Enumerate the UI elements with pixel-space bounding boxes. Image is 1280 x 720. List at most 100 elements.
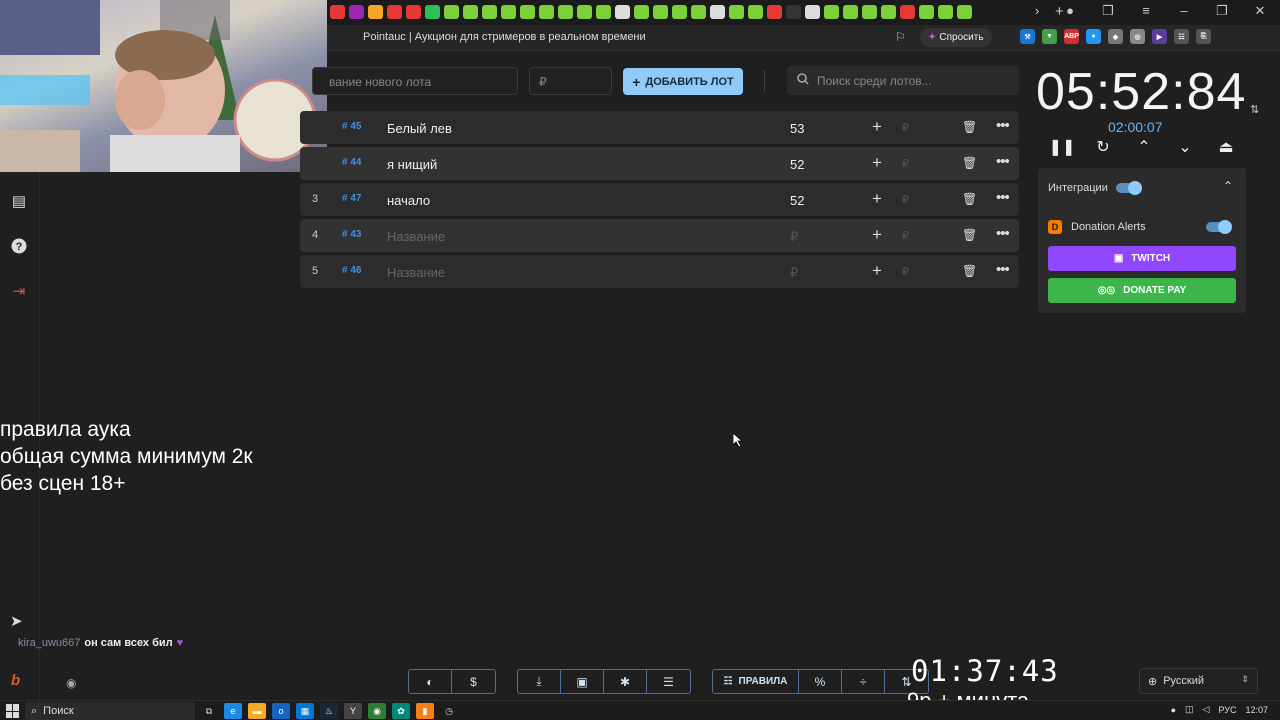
- rules-button[interactable]: ☷ ПРАВИЛА: [713, 670, 799, 693]
- tab-favicon-icon[interactable]: [520, 5, 535, 19]
- minimize-button[interactable]: –: [1172, 3, 1196, 19]
- tab-favicon-icon[interactable]: [843, 5, 858, 19]
- tab-favicon-icon[interactable]: [729, 5, 744, 19]
- lot-amount-field[interactable]: 52: [790, 193, 804, 208]
- tab-favicon-icon[interactable]: [482, 5, 497, 19]
- ext-icon-8[interactable]: ☷: [1174, 29, 1189, 44]
- tab-favicon-icon[interactable]: [406, 5, 421, 19]
- ext-icon-5[interactable]: ◆: [1108, 29, 1123, 44]
- tab-favicon-icon[interactable]: [539, 5, 554, 19]
- tab-favicon-icon[interactable]: [881, 5, 896, 19]
- windows-start-button[interactable]: [6, 704, 20, 718]
- donation-alerts-toggle[interactable]: [1206, 220, 1232, 234]
- add-amount-button[interactable]: +: [872, 225, 882, 245]
- chrome-icon[interactable]: ◉: [368, 703, 386, 719]
- download-button[interactable]: ⤓: [518, 670, 561, 693]
- edge-icon[interactable]: e: [224, 703, 242, 719]
- add-lot-button[interactable]: + ДОБАВИТЬ ЛОТ: [623, 68, 743, 95]
- taskbar-search[interactable]: ⌕ Поиск: [25, 702, 195, 720]
- pause-button[interactable]: ❚❚: [1049, 136, 1076, 158]
- profile-icon[interactable]: ●: [1058, 3, 1082, 19]
- tab-favicon-icon[interactable]: [330, 5, 345, 19]
- tab-favicon-icon[interactable]: [938, 5, 953, 19]
- clock-app-icon[interactable]: ◷: [440, 703, 458, 719]
- lot-amount-field[interactable]: 53: [790, 121, 804, 136]
- ext-icon-6[interactable]: ◎: [1130, 29, 1145, 44]
- donate-pay-button[interactable]: ◎◎ DONATE PAY: [1048, 278, 1236, 303]
- swap-icon[interactable]: ⇅: [1250, 103, 1259, 116]
- tab-favicon-icon[interactable]: [672, 5, 687, 19]
- restore-button[interactable]: ❐: [1210, 3, 1234, 19]
- tab-favicon-icon[interactable]: [615, 5, 630, 19]
- collapse-button[interactable]: ⏏: [1216, 136, 1236, 158]
- tab-favicon-icon[interactable]: [501, 5, 516, 19]
- tab-favicon-icon[interactable]: [349, 5, 364, 19]
- extra-amount-field[interactable]: ₽: [902, 193, 909, 206]
- tab-favicon-icon[interactable]: [900, 5, 915, 19]
- yandex-browser-icon[interactable]: Y: [344, 703, 362, 719]
- delete-lot-button[interactable]: 🗑: [962, 264, 977, 278]
- clock[interactable]: 12:07: [1245, 705, 1268, 715]
- mic-icon[interactable]: ●: [1171, 705, 1176, 715]
- tab-favicon-icon[interactable]: [957, 5, 972, 19]
- delete-lot-button[interactable]: 🗑: [962, 228, 977, 242]
- tabs-scroll-right-icon[interactable]: ›: [1035, 3, 1039, 18]
- collections-icon[interactable]: ❐: [1096, 3, 1120, 19]
- app-icon[interactable]: ✿: [392, 703, 410, 719]
- bookmark-icon[interactable]: ⚐: [895, 30, 906, 44]
- eye-icon[interactable]: ◉: [66, 676, 76, 690]
- save-button[interactable]: ▣: [561, 670, 604, 693]
- delete-lot-button[interactable]: 🗑: [962, 156, 977, 170]
- language-select[interactable]: ⊕ Русский ⇕: [1139, 668, 1258, 694]
- ask-button[interactable]: ✦ Спросить: [920, 28, 992, 47]
- lot-name-field[interactable]: начало: [387, 193, 430, 208]
- close-window-button[interactable]: ✕: [1248, 3, 1272, 19]
- tab-favicon-icon[interactable]: [634, 5, 649, 19]
- clear-lots-button[interactable]: ☰: [647, 670, 690, 693]
- percent-button[interactable]: %: [799, 670, 842, 693]
- delete-lot-button[interactable]: 🗑: [962, 120, 977, 134]
- task-view-icon[interactable]: ⧉: [200, 703, 218, 719]
- lot-name-field[interactable]: я нищий: [387, 157, 437, 172]
- decrease-time-button[interactable]: ⌄: [1175, 136, 1195, 158]
- lot-amount-field[interactable]: 52: [790, 157, 804, 172]
- tab-favicon-icon[interactable]: [691, 5, 706, 19]
- add-amount-button[interactable]: +: [872, 261, 882, 281]
- tab-favicon-icon[interactable]: [748, 5, 763, 19]
- ext-icon-2[interactable]: ▼: [1042, 29, 1057, 44]
- more-options-button[interactable]: •••: [996, 225, 1010, 242]
- tab-favicon-icon[interactable]: [387, 5, 402, 19]
- tab-favicon-icon[interactable]: [463, 5, 478, 19]
- tab-favicon-icon[interactable]: [444, 5, 459, 19]
- input-language[interactable]: РУС: [1218, 705, 1236, 715]
- tab-favicon-icon[interactable]: [710, 5, 725, 19]
- extra-amount-field[interactable]: ₽: [902, 229, 909, 242]
- obs-icon[interactable]: ▮: [416, 703, 434, 719]
- extra-amount-field[interactable]: ₽: [902, 157, 909, 170]
- new-lot-price-input[interactable]: ₽: [529, 67, 612, 95]
- twitch-button[interactable]: ▣ TWITCH: [1048, 246, 1236, 271]
- telegram-icon[interactable]: ➤: [10, 612, 23, 630]
- tab-favicon-icon[interactable]: [805, 5, 820, 19]
- extra-amount-field[interactable]: ₽: [902, 265, 909, 278]
- add-amount-button[interactable]: +: [872, 117, 882, 137]
- help-icon[interactable]: ?: [8, 235, 30, 257]
- lot-name-field[interactable]: Название: [387, 229, 445, 244]
- integrations-toggle[interactable]: [1116, 181, 1142, 195]
- downloads-icon[interactable]: ≡: [1134, 3, 1158, 19]
- store-icon[interactable]: ▦: [296, 703, 314, 719]
- more-options-button[interactable]: •••: [996, 153, 1010, 170]
- extra-amount-field[interactable]: ₽: [902, 121, 909, 134]
- add-amount-button[interactable]: +: [872, 153, 882, 173]
- more-options-button[interactable]: •••: [996, 261, 1010, 278]
- clipboard-icon[interactable]: ▤: [8, 190, 30, 212]
- lot-amount-field[interactable]: ₽: [790, 265, 798, 281]
- tab-favicon-icon[interactable]: [653, 5, 668, 19]
- tab-favicon-icon[interactable]: [577, 5, 592, 19]
- delete-lot-button[interactable]: 🗑: [962, 192, 977, 206]
- new-lot-name-input[interactable]: вание нового лота: [312, 67, 518, 95]
- donate-button[interactable]: $: [452, 670, 495, 693]
- more-options-button[interactable]: •••: [996, 117, 1010, 134]
- tab-favicon-icon[interactable]: [862, 5, 877, 19]
- ext-icon-4[interactable]: ●: [1086, 29, 1101, 44]
